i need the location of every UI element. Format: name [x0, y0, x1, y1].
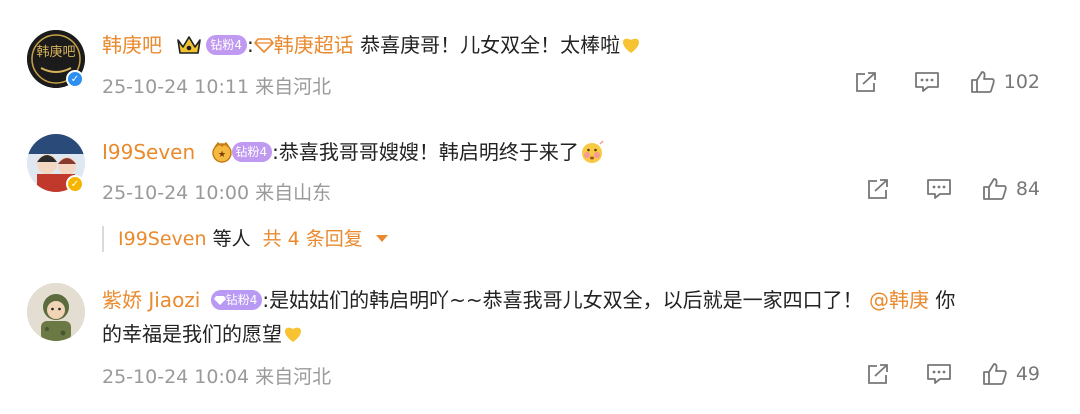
crown-icon [177, 35, 202, 54]
username[interactable]: 韩庚吧 [102, 33, 162, 57]
comment-button[interactable] [926, 362, 952, 386]
thumbs-up-icon [982, 178, 1007, 200]
username[interactable]: 紫娇 Jiaozi [102, 288, 200, 312]
comment-actions: 49 [866, 362, 1040, 386]
comment-body: 恭喜我哥哥嫂嫂！韩启明终于来了 [278, 140, 579, 164]
comment-icon [914, 72, 939, 92]
like-count: 49 [1015, 363, 1040, 385]
reply-count-link[interactable]: 共 4 条回复 [263, 228, 363, 250]
comment-icon [926, 364, 951, 384]
comment-time: 25-10-24 10:04 [102, 366, 250, 388]
comment-icon [926, 179, 951, 199]
comment-location: 来自河北 [255, 76, 332, 98]
avatar-illustration-icon [27, 283, 85, 341]
reply-others: 等人 [212, 228, 251, 250]
comment-body: 是姑姑们的韩启明吖~~恭喜我哥儿女双全，以后就是一家四口了！ [269, 288, 863, 312]
comment-meta: 25-10-24 10:04 来自河北 [102, 362, 331, 389]
verified-badge-icon: ✓ [66, 70, 84, 88]
share-icon [867, 179, 888, 199]
thumbs-up-icon [970, 71, 995, 93]
verified-badge-icon: ✓ [66, 175, 84, 193]
avatar[interactable] [27, 283, 85, 341]
comment-time: 25-10-24 10:00 [102, 182, 250, 204]
comment-actions: 84 [866, 177, 1040, 201]
comment-location: 来自山东 [255, 182, 332, 204]
yellow-heart-icon [623, 38, 640, 53]
share-button[interactable] [866, 177, 892, 201]
comment-line: 紫娇 Jiaozi 钻粉4 :是姑姑们的韩启明吖~~恭喜我哥儿女双全，以后就是一… [102, 286, 955, 314]
separator: : [272, 140, 279, 164]
comment-line: I99Seven ★ 钻粉4:恭喜我哥哥嫂嫂！韩启明终于来了 [102, 138, 605, 166]
share-icon [855, 72, 876, 92]
fan-badge: 钻粉4 [210, 289, 263, 310]
mention-link[interactable]: @韩庚 [869, 288, 929, 312]
comment-line-2: 的幸福是我们的愿望 [102, 320, 304, 348]
share-button[interactable] [866, 362, 892, 386]
like-count: 102 [1003, 71, 1040, 93]
reply-summary[interactable]: I99Seven 等人 共 4 条回复 [102, 226, 389, 252]
comment-location: 来自河北 [255, 366, 332, 388]
comment-button[interactable] [926, 177, 952, 201]
comment-time: 25-10-24 10:11 [102, 76, 250, 98]
like-button[interactable]: 84 [982, 177, 1040, 201]
diamond-icon [213, 296, 226, 305]
like-button[interactable]: 49 [982, 362, 1040, 386]
like-count: 84 [1015, 178, 1040, 200]
thumbs-up-icon [982, 363, 1007, 385]
supertopic-diamond-icon [253, 37, 274, 53]
fan-badge: 钻粉4 [231, 141, 273, 162]
blushing-face-icon [581, 139, 604, 163]
comment-body: 恭喜庚哥！儿女双全！太棒啦 [360, 33, 621, 57]
chevron-down-icon [375, 234, 388, 242]
comment-meta: 25-10-24 10:00 来自山东 [102, 178, 331, 205]
svg-text:★: ★ [217, 150, 225, 160]
yellow-heart-icon [285, 327, 301, 342]
topic-link[interactable]: 韩庚超话 [274, 33, 354, 57]
fan-badge: 钻粉4 [206, 34, 247, 55]
comment-meta: 25-10-24 10:11 来自河北 [102, 72, 331, 99]
share-button[interactable] [854, 70, 880, 94]
share-icon [867, 364, 888, 384]
comment-actions: 102 [854, 70, 1040, 94]
comment-body-end: 你 [935, 288, 956, 312]
reply-user[interactable]: I99Seven [118, 228, 207, 250]
username[interactable]: I99Seven [102, 140, 195, 164]
like-button[interactable]: 102 [970, 70, 1040, 94]
comment-button[interactable] [914, 70, 940, 94]
comment-line: 韩庚吧 钻粉4: 韩庚超话 恭喜庚哥！儿女双全！太棒啦 [102, 31, 642, 59]
avatar-text: 韩庚吧 [36, 44, 75, 60]
comment-body-line2: 的幸福是我们的愿望 [102, 322, 282, 346]
fan-badge-label: 钻粉4 [225, 292, 258, 307]
separator: : [247, 33, 254, 57]
